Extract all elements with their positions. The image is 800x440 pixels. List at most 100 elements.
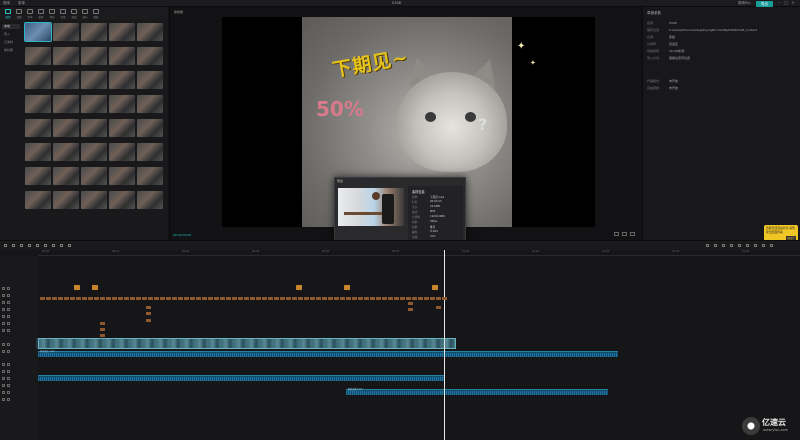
- timeline-ruler[interactable]: 00:00 00:10 00:20 00:30 00:40 00:50 01:00 01:10…: [38, 250, 800, 256]
- sidebar-item[interactable]: 本地: [2, 24, 20, 29]
- text-clip[interactable]: [58, 297, 63, 300]
- track-header-controls[interactable]: [2, 369, 32, 373]
- track-header-controls[interactable]: [2, 349, 32, 353]
- text-clip[interactable]: [430, 297, 435, 300]
- tool-media[interactable]: 媒体: [3, 8, 13, 19]
- media-thumbnail[interactable]: [137, 143, 163, 161]
- media-thumbnail[interactable]: [25, 47, 51, 65]
- text-clip[interactable]: [388, 297, 393, 300]
- audio-clip[interactable]: [38, 375, 444, 381]
- text-clip[interactable]: [178, 297, 183, 300]
- media-thumbnail[interactable]: [109, 71, 135, 89]
- track-header-controls[interactable]: [2, 383, 32, 387]
- timeline-tool-icon[interactable]: [730, 244, 733, 247]
- media-thumbnail[interactable]: [53, 71, 79, 89]
- media-thumbnail[interactable]: [53, 23, 79, 41]
- text-clip[interactable]: [142, 297, 147, 300]
- text-clip[interactable]: [118, 297, 123, 300]
- text-clip[interactable]: [154, 297, 159, 300]
- text-clip[interactable]: [124, 297, 129, 300]
- text-clip[interactable]: [226, 297, 231, 300]
- sticker-clip[interactable]: [344, 285, 350, 290]
- settings-icon[interactable]: [630, 232, 635, 236]
- ratio-icon[interactable]: [614, 232, 619, 236]
- timeline-tool-icon[interactable]: [60, 244, 63, 247]
- timeline-tool-icon[interactable]: [706, 244, 709, 247]
- media-thumbnail[interactable]: [137, 47, 163, 65]
- media-thumbnail[interactable]: [109, 47, 135, 65]
- overlay-caption[interactable]: 下期见~: [330, 43, 411, 83]
- media-thumbnail[interactable]: [53, 47, 79, 65]
- media-thumbnail[interactable]: [25, 167, 51, 185]
- sidebar-item[interactable]: 导入: [2, 32, 20, 37]
- tool-template[interactable]: 模板: [91, 8, 101, 19]
- text-clip[interactable]: [346, 297, 351, 300]
- track-header-controls[interactable]: [2, 362, 32, 366]
- text-clip[interactable]: [148, 297, 153, 300]
- text-clip[interactable]: [406, 297, 411, 300]
- media-thumbnail[interactable]: [81, 47, 107, 65]
- text-clip[interactable]: [190, 297, 195, 300]
- effect-clip[interactable]: [146, 319, 151, 322]
- text-clip[interactable]: [112, 297, 117, 300]
- timeline-tool-icon[interactable]: [722, 244, 725, 247]
- text-clip[interactable]: [376, 297, 381, 300]
- text-clip[interactable]: [364, 297, 369, 300]
- text-clip[interactable]: [394, 297, 399, 300]
- media-thumbnail[interactable]: [25, 95, 51, 113]
- effect-clip[interactable]: [436, 306, 441, 309]
- timeline-tool-icon[interactable]: [738, 244, 741, 247]
- video-track-clip[interactable]: [38, 338, 456, 349]
- text-clip[interactable]: [340, 297, 345, 300]
- media-thumbnail[interactable]: [53, 143, 79, 161]
- text-clip[interactable]: [370, 297, 375, 300]
- text-clip[interactable]: [424, 297, 429, 300]
- effect-clip[interactable]: [100, 322, 105, 325]
- media-thumbnail[interactable]: [81, 191, 107, 209]
- track-header-controls[interactable]: [2, 390, 32, 394]
- media-thumbnail[interactable]: [137, 167, 163, 185]
- media-thumbnail[interactable]: [53, 95, 79, 113]
- audio-clip[interactable]: 背景音乐.mp3: [38, 350, 444, 357]
- text-clip[interactable]: [238, 297, 243, 300]
- audio-clip[interactable]: [418, 351, 618, 357]
- media-thumbnail[interactable]: [81, 167, 107, 185]
- text-clip[interactable]: [298, 297, 303, 300]
- media-thumbnail[interactable]: [24, 22, 52, 42]
- text-clip[interactable]: [172, 297, 177, 300]
- media-thumbnail[interactable]: [109, 191, 135, 209]
- text-clip[interactable]: [268, 297, 273, 300]
- text-clip[interactable]: [322, 297, 327, 300]
- text-clip[interactable]: [82, 297, 87, 300]
- media-thumbnail[interactable]: [137, 95, 163, 113]
- media-thumbnail[interactable]: [81, 119, 107, 137]
- timeline-tool-icon[interactable]: [68, 244, 71, 247]
- menu-button[interactable]: 菜单: [18, 1, 25, 6]
- maximize-icon[interactable]: □: [784, 1, 788, 5]
- media-thumbnail[interactable]: [25, 71, 51, 89]
- timeline-tool-icon[interactable]: [714, 244, 717, 247]
- close-icon[interactable]: ×: [791, 1, 795, 5]
- effect-clip[interactable]: [408, 308, 413, 311]
- text-clip[interactable]: [262, 297, 267, 300]
- effect-clip[interactable]: [100, 334, 105, 337]
- export-button[interactable]: 导出: [756, 0, 773, 7]
- sticker-clip[interactable]: [432, 285, 438, 290]
- text-clip[interactable]: [220, 297, 225, 300]
- media-thumbnail[interactable]: [25, 119, 51, 137]
- track-header-controls[interactable]: [2, 286, 32, 290]
- app-menu[interactable]: 剪映: [3, 1, 10, 6]
- track-header-controls[interactable]: [2, 300, 32, 304]
- text-clip[interactable]: [94, 297, 99, 300]
- text-clip[interactable]: [256, 297, 261, 300]
- tool-filter[interactable]: 滤镜: [69, 8, 79, 19]
- playhead[interactable]: [444, 250, 445, 440]
- media-thumbnail[interactable]: [109, 119, 135, 137]
- text-clip[interactable]: [382, 297, 387, 300]
- text-clip[interactable]: [442, 297, 447, 300]
- sidebar-item[interactable]: 云素材: [2, 40, 20, 45]
- text-clip[interactable]: [214, 297, 219, 300]
- user-label[interactable]: 剪映Pro: [738, 1, 751, 6]
- text-clip[interactable]: [166, 297, 171, 300]
- text-clip[interactable]: [184, 297, 189, 300]
